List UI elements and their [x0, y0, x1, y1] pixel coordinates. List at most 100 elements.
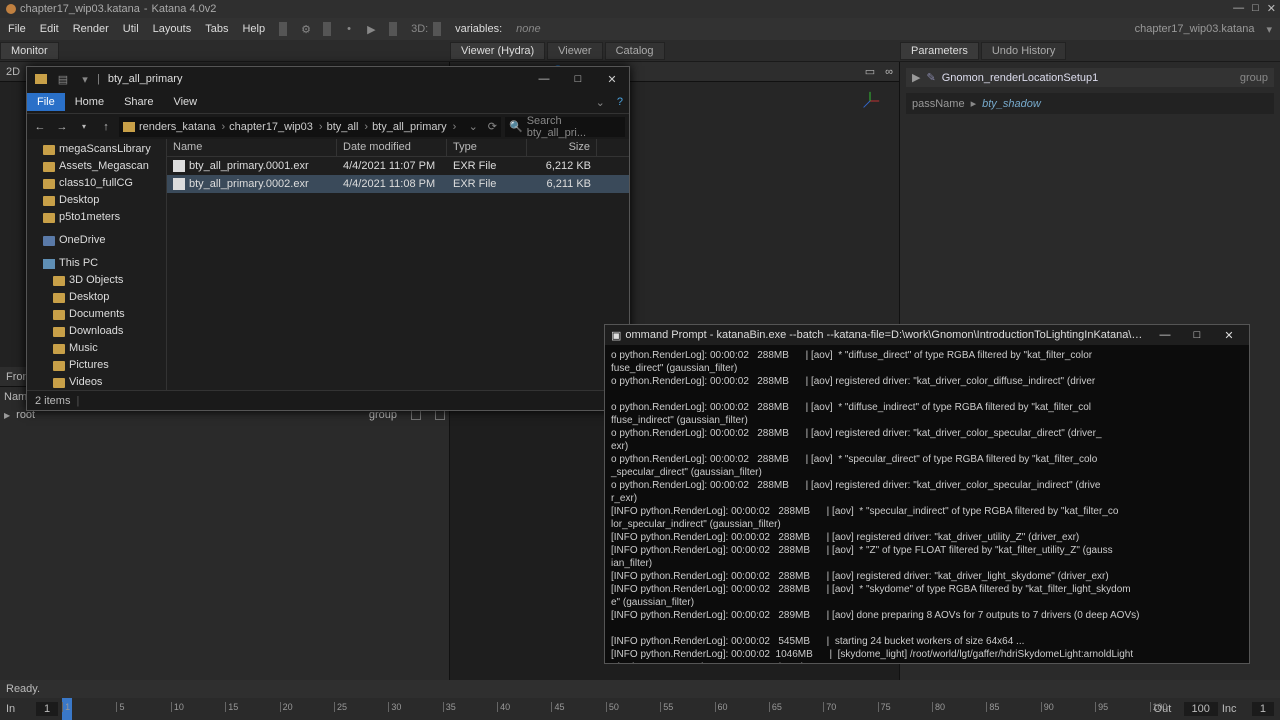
breadcrumb-dropdown[interactable]: ⌄ — [469, 120, 478, 133]
menu-help[interactable]: Help — [238, 23, 269, 35]
nav-item[interactable]: Desktop — [27, 192, 166, 209]
file-explorer-window[interactable]: ▤ ▾ | bty_all_primary — □ ✕ File Home Sh… — [26, 66, 630, 411]
timeline-tick: 70 — [823, 702, 836, 712]
scene-vis-checkbox[interactable] — [435, 410, 445, 420]
ribbon-share[interactable]: Share — [114, 93, 163, 111]
explorer-titlebar[interactable]: ▤ ▾ | bty_all_primary — □ ✕ — [27, 67, 629, 91]
folder-icon[interactable] — [31, 69, 51, 89]
command-prompt-window[interactable]: ▣ ommand Prompt - katanaBin.exe --batch … — [604, 324, 1250, 664]
file-row[interactable]: bty_all_primary.0001.exr4/4/2021 11:07 P… — [167, 157, 629, 175]
up-button[interactable]: ↑ — [97, 118, 115, 136]
nav-item[interactable]: Documents — [27, 306, 166, 323]
param-passname-value[interactable]: bty_shadow — [982, 98, 1041, 110]
timeline-out-value[interactable]: 100 — [1184, 702, 1218, 716]
refresh-icon[interactable]: ⟳ — [488, 120, 497, 133]
timeline-in-value[interactable]: 1 — [36, 702, 58, 716]
crumb[interactable]: bty_all_primary — [372, 121, 456, 133]
menu-render[interactable]: Render — [69, 23, 113, 35]
explorer-columns[interactable]: Name Date modified Type Size — [167, 139, 629, 157]
timeline-tick: 40 — [497, 702, 510, 712]
menu-tabs[interactable]: Tabs — [201, 23, 232, 35]
tab-viewer-hydra[interactable]: Viewer (Hydra) — [450, 42, 545, 60]
link-icon[interactable]: ∞ — [885, 66, 893, 78]
nav-item[interactable]: Pictures — [27, 357, 166, 374]
forward-button[interactable]: → — [53, 118, 71, 136]
panel-tab-row: Monitor Viewer (Hydra) Viewer Catalog Pa… — [0, 40, 1280, 62]
breadcrumb[interactable]: renders_katana chapter17_wip03 bty_all b… — [119, 117, 501, 137]
explorer-search[interactable]: 🔍 Search bty_all_pri... — [505, 117, 625, 137]
nav-item[interactable]: 3D Objects — [27, 272, 166, 289]
tab-monitor[interactable]: Monitor — [0, 42, 59, 60]
menu-edit[interactable]: Edit — [36, 23, 63, 35]
cmd-titlebar[interactable]: ▣ ommand Prompt - katanaBin.exe --batch … — [605, 325, 1249, 345]
maximize-button[interactable]: □ — [1252, 2, 1259, 15]
param-passname-field[interactable]: passName ▸ bty_shadow — [906, 93, 1274, 114]
nav-item[interactable]: Desktop — [27, 289, 166, 306]
nav-item[interactable]: Videos — [27, 374, 166, 390]
col-size[interactable]: Size — [527, 139, 597, 156]
crumb[interactable]: bty_all — [327, 121, 368, 133]
crumb[interactable]: renders_katana — [139, 121, 225, 133]
timeline-ticks[interactable]: 1510152025303540455055606570758085909510… — [62, 698, 1149, 720]
play-icon[interactable]: ▶ — [363, 23, 379, 36]
tab-catalog[interactable]: Catalog — [605, 42, 665, 60]
file-row[interactable]: bty_all_primary.0002.exr4/4/2021 11:08 P… — [167, 175, 629, 193]
nav-item-label: Music — [69, 341, 98, 356]
explorer-close[interactable]: ✕ — [595, 68, 629, 90]
explorer-content[interactable]: Name Date modified Type Size bty_all_pri… — [167, 139, 629, 390]
threeD-label[interactable]: 3D: — [407, 23, 423, 35]
ribbon-home[interactable]: Home — [65, 93, 114, 111]
monitor-opt[interactable]: 2D — [6, 66, 20, 78]
edit-icon[interactable]: ✎ — [926, 71, 935, 84]
explorer-nav-pane[interactable]: megaScansLibraryAssets_Megascanclass10_f… — [27, 139, 167, 390]
close-button[interactable]: ✕ — [1267, 2, 1276, 15]
folder-icon — [53, 361, 65, 371]
nav-item[interactable]: This PC — [27, 255, 166, 272]
tab-parameters[interactable]: Parameters — [900, 42, 979, 60]
gear-icon[interactable]: ⚙ — [297, 23, 313, 36]
timeline-tick: 20 — [280, 702, 293, 712]
qat-icon[interactable]: ▤ — [53, 69, 73, 89]
nav-item[interactable]: Music — [27, 340, 166, 357]
menu-util[interactable]: Util — [119, 23, 143, 35]
timeline[interactable]: In 1 15101520253035404550556065707580859… — [0, 698, 1280, 720]
recent-dropdown[interactable]: ▾ — [75, 118, 93, 136]
tab-undo-history[interactable]: Undo History — [981, 42, 1067, 60]
cmd-maximize[interactable]: □ — [1183, 329, 1211, 342]
timeline-tick: 25 — [334, 702, 347, 712]
explorer-maximize[interactable]: □ — [561, 68, 595, 90]
help-icon[interactable]: ? — [611, 96, 629, 108]
status-bar: Ready. — [0, 680, 1280, 698]
cmd-close[interactable]: ✕ — [1215, 329, 1243, 342]
cmd-minimize[interactable]: — — [1151, 329, 1179, 342]
bullet-icon[interactable]: • — [341, 23, 357, 35]
scene-vis-checkbox[interactable] — [411, 410, 421, 420]
param-passname-label: passName — [912, 98, 965, 110]
nav-item[interactable]: Downloads — [27, 323, 166, 340]
nav-item[interactable]: class10_fullCG — [27, 175, 166, 192]
explorer-minimize[interactable]: — — [527, 68, 561, 90]
ribbon-expand-icon[interactable]: ⌄ — [590, 96, 611, 109]
param-node-header[interactable]: ▶ ✎ Gnomon_renderLocationSetup1 group — [906, 68, 1274, 87]
crumb[interactable]: chapter17_wip03 — [229, 121, 322, 133]
cam-icon[interactable]: ▭ — [865, 65, 875, 78]
expand-icon[interactable]: ▶ — [912, 71, 920, 84]
nav-item[interactable]: megaScansLibrary — [27, 141, 166, 158]
expand-icon[interactable] — [4, 409, 12, 421]
nav-item[interactable]: Assets_Megascan — [27, 158, 166, 175]
timeline-inc-value[interactable]: 1 — [1252, 702, 1274, 716]
nav-item[interactable]: p5to1meters — [27, 209, 166, 226]
col-name[interactable]: Name — [167, 139, 337, 156]
ribbon-file[interactable]: File — [27, 93, 65, 111]
col-type[interactable]: Type — [447, 139, 527, 156]
minimize-button[interactable]: — — [1233, 2, 1244, 15]
qat-dropdown-icon[interactable]: ▾ — [75, 69, 95, 89]
tab-viewer[interactable]: Viewer — [547, 42, 602, 60]
col-date[interactable]: Date modified — [337, 139, 447, 156]
menu-file[interactable]: File — [4, 23, 30, 35]
cmd-output[interactable]: o python.RenderLog]: 00:00:02 288MB | [a… — [605, 345, 1249, 663]
ribbon-view[interactable]: View — [163, 93, 207, 111]
nav-item[interactable]: OneDrive — [27, 232, 166, 249]
back-button[interactable]: ← — [31, 118, 49, 136]
menu-layouts[interactable]: Layouts — [149, 23, 196, 35]
